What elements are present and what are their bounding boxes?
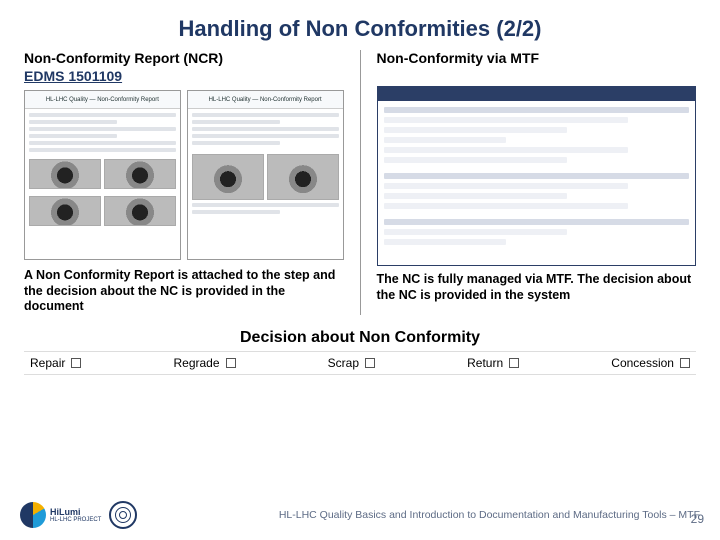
two-column-layout: Non-Conformity Report (NCR) EDMS 1501109…: [24, 50, 696, 315]
right-column: Non-Conformity via MTF The NC is fully m…: [377, 50, 697, 315]
footer-logos: HiLumi HL-LHC PROJECT: [20, 501, 137, 529]
thumb-header: HL-LHC Quality — Non-Conformity Report: [188, 91, 343, 109]
ncr-page-1-thumb: HL-LHC Quality — Non-Conformity Report: [24, 90, 181, 260]
ncr-thumbnails: HL-LHC Quality — Non-Conformity Report H…: [24, 90, 344, 260]
checkbox-icon: [365, 358, 375, 368]
checkbox-icon: [680, 358, 690, 368]
mtf-header-bar: [378, 87, 696, 101]
part-photo-icon: [267, 154, 339, 200]
decision-option: Return: [467, 356, 519, 370]
option-label: Return: [467, 356, 503, 370]
part-photo-icon: [104, 196, 176, 226]
part-photo-icon: [192, 154, 264, 200]
option-label: Repair: [30, 356, 65, 370]
part-photo-icon: [29, 159, 101, 189]
page-number: 29: [691, 512, 704, 526]
option-label: Concession: [611, 356, 674, 370]
ncr-page-2-thumb: HL-LHC Quality — Non-Conformity Report: [187, 90, 344, 260]
mtf-screenshot: [377, 86, 697, 266]
decision-option: Regrade: [173, 356, 235, 370]
checkbox-icon: [71, 358, 81, 368]
hilumi-logo-subtext: HL-LHC PROJECT: [50, 517, 101, 523]
right-caption: The NC is fully managed via MTF. The dec…: [377, 272, 697, 303]
decision-options-row: Repair Regrade Scrap Return Concession: [24, 351, 696, 375]
part-photo-icon: [104, 159, 176, 189]
right-heading: Non-Conformity via MTF: [377, 50, 697, 66]
edms-link[interactable]: EDMS 1501109: [24, 68, 122, 84]
checkbox-icon: [226, 358, 236, 368]
thumb-header: HL-LHC Quality — Non-Conformity Report: [25, 91, 180, 109]
decision-option: Repair: [30, 356, 81, 370]
left-caption: A Non Conformity Report is attached to t…: [24, 268, 344, 315]
option-label: Scrap: [328, 356, 359, 370]
cern-logo-icon: [109, 501, 137, 529]
footer-text: HL-LHC Quality Basics and Introduction t…: [279, 509, 700, 521]
hilumi-logo: HiLumi HL-LHC PROJECT: [20, 502, 101, 528]
left-column: Non-Conformity Report (NCR) EDMS 1501109…: [24, 50, 344, 315]
decision-option: Scrap: [328, 356, 375, 370]
option-label: Regrade: [173, 356, 219, 370]
part-photo-icon: [29, 196, 101, 226]
slide: Handling of Non Conformities (2/2) Non-C…: [0, 0, 720, 540]
hilumi-swirl-icon: [20, 502, 46, 528]
slide-footer: HiLumi HL-LHC PROJECT HL-LHC Quality Bas…: [0, 490, 720, 540]
decision-option: Concession: [611, 356, 690, 370]
column-divider: [360, 50, 361, 315]
page-title: Handling of Non Conformities (2/2): [24, 16, 696, 42]
hilumi-logo-text: HiLumi: [50, 507, 101, 517]
decision-title: Decision about Non Conformity: [24, 329, 696, 347]
checkbox-icon: [509, 358, 519, 368]
left-heading: Non-Conformity Report (NCR): [24, 50, 344, 66]
